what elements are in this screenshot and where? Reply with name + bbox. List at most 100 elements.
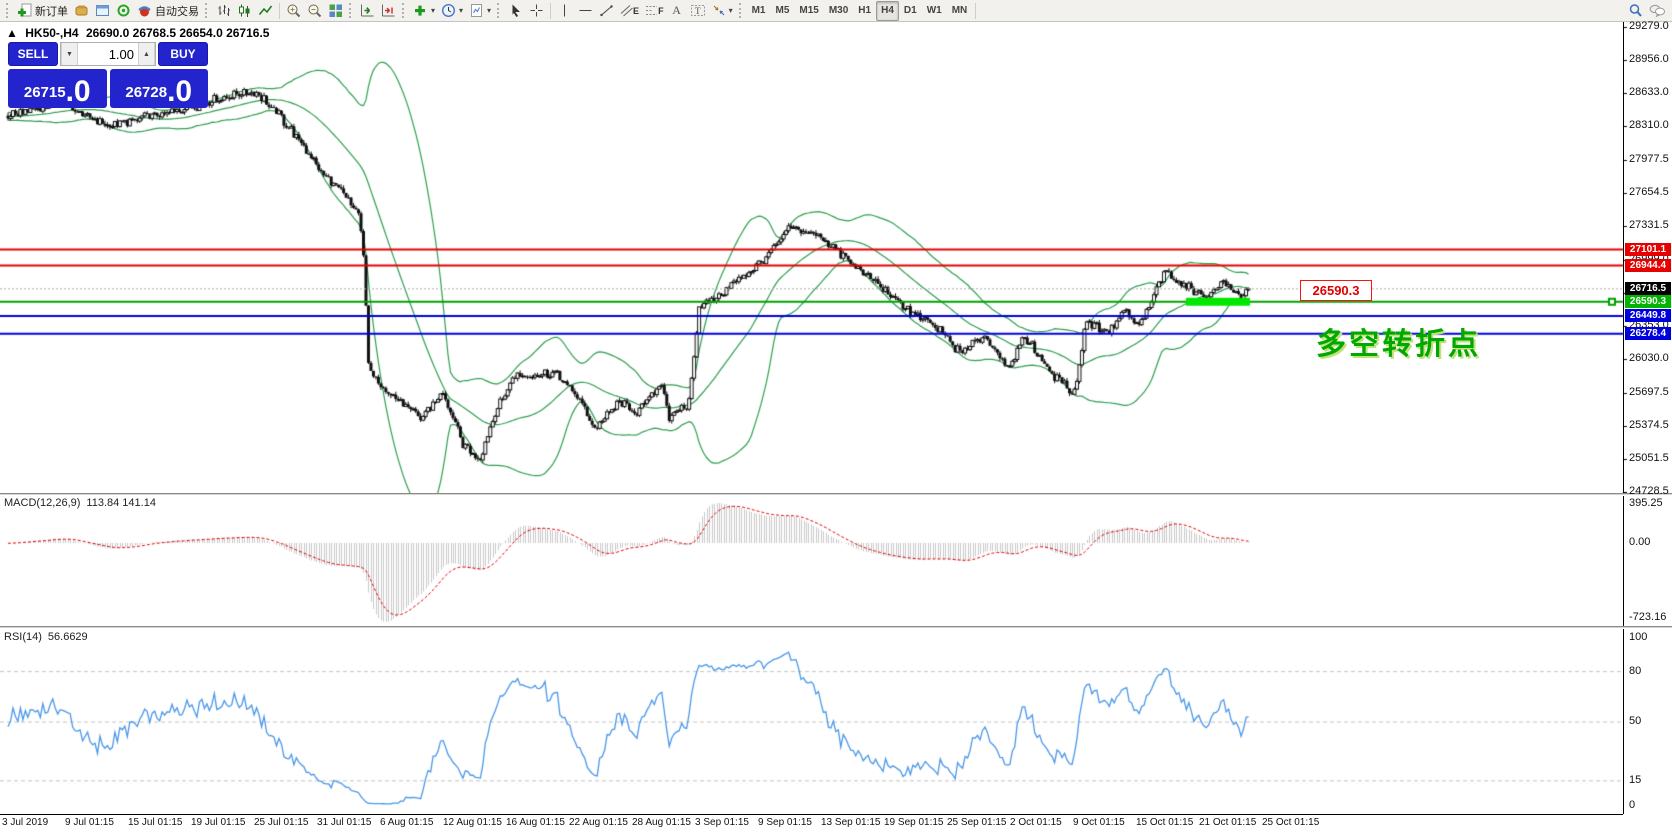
tile-windows-button[interactable] [325,1,346,21]
toolbar-separator [550,3,551,19]
collapse-triangle-icon: ▲ [6,26,18,40]
macd-indicator-pane[interactable] [0,496,1672,626]
rsi-indicator-pane[interactable] [0,629,1672,814]
sell-price-box[interactable]: 26715.0 [8,69,107,108]
chat-button[interactable] [1646,1,1669,21]
templates-button[interactable]: ▾ [466,1,494,21]
template-icon [469,3,484,18]
horizontal-line-button[interactable] [575,1,596,21]
auto-scroll-button[interactable] [357,1,378,21]
indicators-button[interactable]: ▾ [410,1,438,21]
chart-shift-icon [381,3,396,18]
time-axis-label: 15 Oct 01:15 [1136,817,1193,828]
text-label-button[interactable]: T [687,1,709,21]
price-axis-border [1623,22,1624,814]
signal-icon [116,3,131,18]
timeframe-button-h1[interactable]: H1 [853,1,876,21]
sell-button[interactable]: SELL [8,42,58,66]
price-callout-box[interactable]: 26590.3 [1300,280,1372,301]
time-axis-label: 3 Sep 01:15 [695,817,749,828]
zoom-in-button[interactable] [283,1,304,21]
arrows-icon [712,3,726,18]
macd-values: 113.84 141.14 [86,497,156,509]
chat-bubbles-icon [1649,3,1666,18]
text-button[interactable]: A [667,1,687,21]
time-axis-label: 31 Jul 01:15 [317,817,372,828]
toolbar-grip[interactable] [402,3,407,18]
toolbar-grip[interactable] [739,3,744,18]
time-axis-label: 16 Aug 01:15 [506,817,565,828]
buy-button[interactable]: BUY [158,42,208,66]
sell-price-frac: .0 [66,77,91,107]
candlestick-icon [237,3,252,18]
macd-name: MACD(12,26,9) [4,497,80,509]
time-axis-label: 3 Jul 2019 [2,817,48,828]
chart-candles-button[interactable] [234,1,255,21]
toolbar-grip[interactable] [497,3,502,18]
trendline-button[interactable] [596,1,617,21]
new-order-button[interactable]: 新订单 [14,1,71,21]
auto-scroll-icon [360,3,375,18]
vertical-line-button[interactable] [554,1,575,21]
timeframe-button-w1[interactable]: W1 [922,1,947,21]
volume-increase-button[interactable]: ▲ [138,43,155,65]
indicators-plus-icon [413,3,428,18]
time-axis-label: 9 Oct 01:15 [1073,817,1125,828]
time-axis-label: 25 Sep 01:15 [947,817,1007,828]
toolbar: 新订单 自动交易 [0,0,1672,22]
chart-annotation-text[interactable]: 多空转折点 [1316,319,1481,363]
timeframe-button-h4[interactable]: H4 [876,1,899,21]
timeframe-button-d1[interactable]: D1 [899,1,922,21]
pane-separator[interactable] [0,626,1672,629]
chevron-down-icon: ▾ [459,7,463,15]
pane-separator[interactable] [0,493,1672,496]
toolbar-grip[interactable] [349,3,354,18]
navigator-icon [95,3,110,18]
crosshair-button[interactable] [526,1,547,21]
buy-price-frac: .0 [167,77,192,107]
search-button[interactable] [1625,1,1646,21]
text-tool-icon: A [672,3,681,18]
search-icon [1628,3,1643,18]
timeframe-button-m1[interactable]: M1 [747,1,771,21]
auto-trading-button[interactable]: 自动交易 [134,1,202,21]
time-axis-label: 22 Aug 01:15 [569,817,628,828]
chart-shift-button[interactable] [378,1,399,21]
timeframe-button-m5[interactable]: M5 [770,1,794,21]
time-axis-label: 13 Sep 01:15 [821,817,881,828]
fibonacci-letter: F [658,6,664,16]
volume-input[interactable] [78,43,138,65]
channel-button[interactable]: E [617,1,642,21]
chevron-down-icon: ▾ [487,7,491,15]
time-axis-label: 28 Aug 01:15 [632,817,691,828]
navigator-button[interactable] [92,1,113,21]
toolbar-grip[interactable] [6,3,11,18]
macd-label: MACD(12,26,9) 113.84 141.14 [4,497,156,509]
time-axis-label: 21 Oct 01:15 [1199,817,1256,828]
one-click-trading-panel: SELL ▼ ▲ BUY 26715.0 26728.0 [8,42,208,108]
time-axis-label: 6 Aug 01:15 [380,817,433,828]
cursor-button[interactable] [505,1,526,21]
bar-chart-icon [216,3,231,18]
market-watch-button[interactable] [71,1,92,21]
line-chart-icon [258,3,273,18]
zoom-in-icon [286,3,301,18]
arrows-button[interactable]: ▾ [709,1,736,21]
toolbar-separator [279,3,280,19]
timeframe-button-m30[interactable]: M30 [824,1,853,21]
time-axis-label: 19 Sep 01:15 [884,817,944,828]
buy-price-box[interactable]: 26728.0 [110,69,209,108]
time-axis-label: 25 Oct 01:15 [1262,817,1319,828]
fibonacci-button[interactable]: F [642,1,667,21]
main-price-chart[interactable] [0,22,1672,493]
timeframe-button-m15[interactable]: M15 [794,1,823,21]
chart-bars-button[interactable] [213,1,234,21]
chart-line-button[interactable] [255,1,276,21]
horizontal-line-icon [578,3,593,18]
volume-decrease-button[interactable]: ▼ [61,43,78,65]
zoom-out-button[interactable] [304,1,325,21]
periods-button[interactable]: ▾ [438,1,466,21]
signal-button[interactable] [113,1,134,21]
toolbar-grip[interactable] [205,3,210,18]
timeframe-button-mn[interactable]: MN [947,1,973,21]
